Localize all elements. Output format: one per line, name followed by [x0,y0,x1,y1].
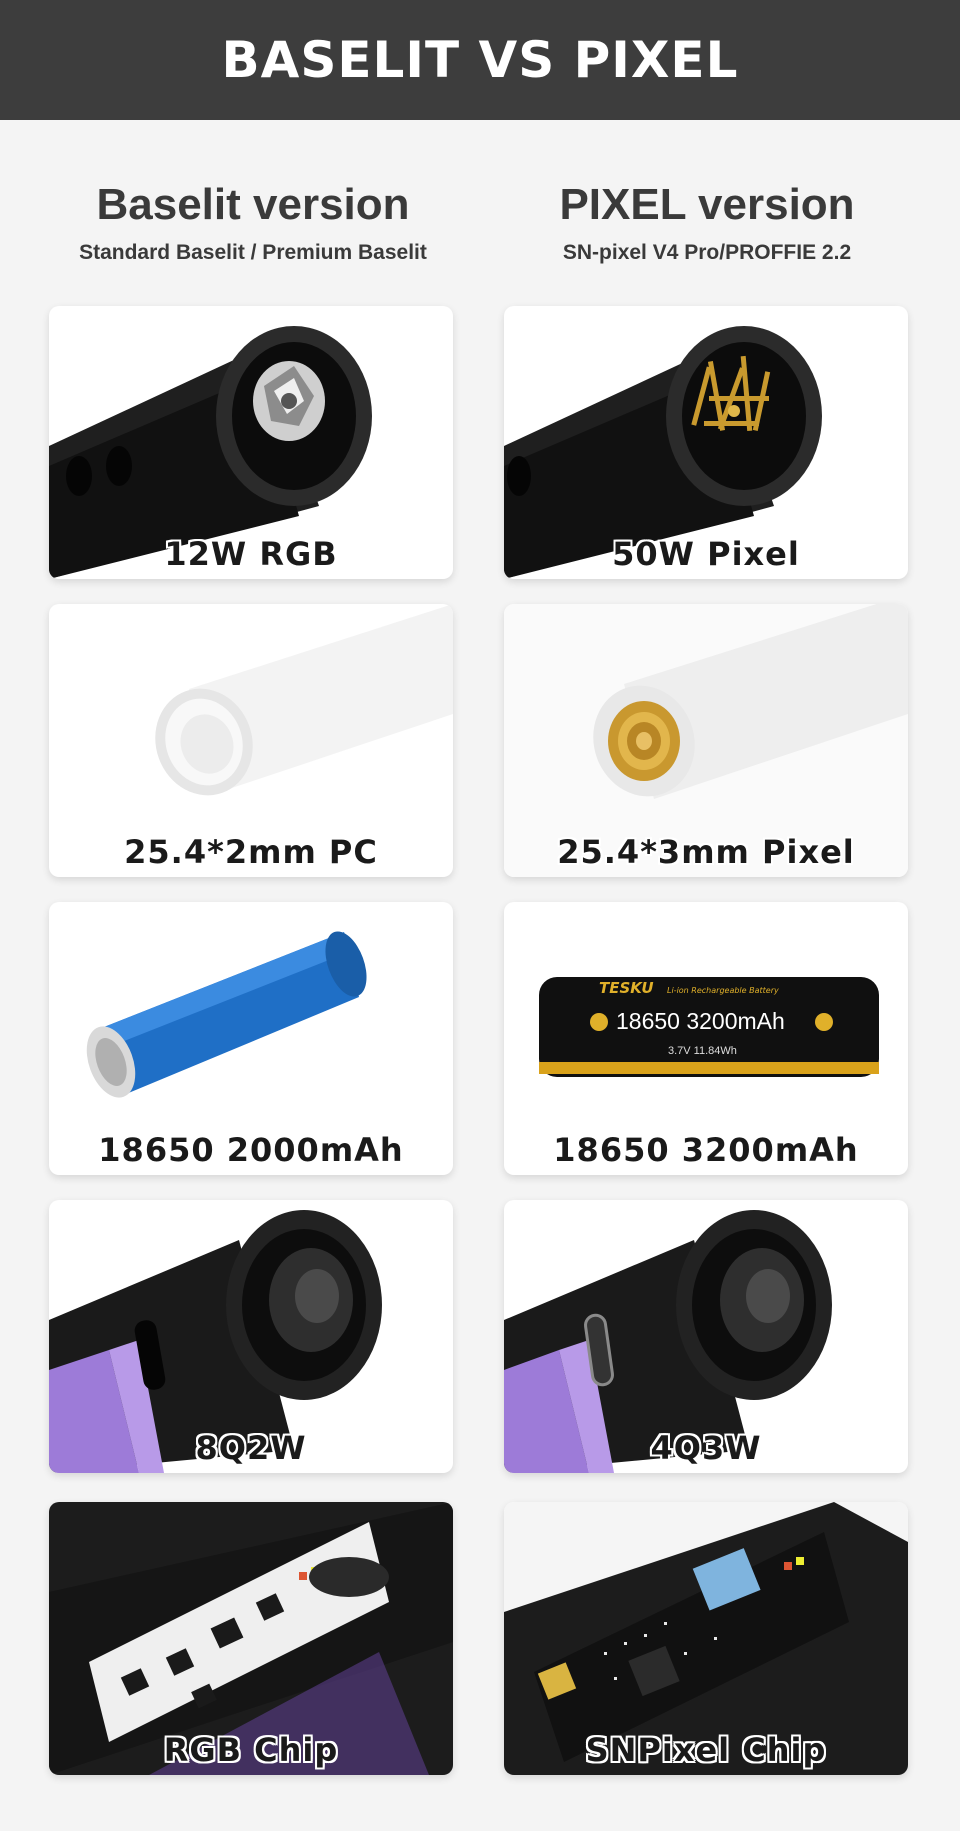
battery-model: 18650 3200mAh [616,1008,785,1034]
card-pc-blade: 25.4*2mm PC [49,604,453,877]
label-3200mah: 18650 3200mAh [553,1131,859,1169]
card-rgb-chip: RGB Chip [49,1502,453,1775]
battery-brand: TESKU [599,979,654,997]
pixel-subtitle: SN-pixel V4 Pro/PROFFIE 2.2 [562,241,852,264]
label-snpixel-chip: SNPixel Chip [585,1731,827,1769]
card-4q3w: 4Q3W [504,1200,908,1473]
label-4q3w: 4Q3W [650,1429,762,1467]
card-2000mah: 18650 2000mAh [49,902,453,1175]
baselit-title: Baselit version [96,180,410,229]
label-pc-blade: 25.4*2mm PC [124,833,378,871]
label-8q2w: 8Q2W [195,1429,307,1467]
card-50w-pixel: 50W Pixel [504,306,908,579]
baselit-column-header: Baselit version Standard Baselit / Premi… [33,175,473,265]
label-rgb-chip: RGB Chip [163,1731,339,1769]
card-12w-rgb: 12W RGB [49,306,453,579]
header-banner: BASELIT VS PIXEL [0,0,960,120]
battery-spec: 3.7V 11.84Wh [668,1045,737,1057]
battery-tag: Li-ion Rechargeable Battery [667,986,779,995]
card-3200mah: TESKU Li-ion Rechargeable Battery 18650 … [504,902,908,1175]
page-title: BASELIT VS PIXEL [221,31,739,89]
label-pixel-blade: 25.4*3mm Pixel [557,833,855,871]
pixel-column-header: PIXEL version SN-pixel V4 Pro/PROFFIE 2.… [487,175,927,265]
card-8q2w: 8Q2W [49,1200,453,1473]
baselit-subtitle: Standard Baselit / Premium Baselit [79,241,427,264]
label-12w-rgb: 12W RGB [164,535,338,573]
label-50w-pixel: 50W Pixel [612,535,800,573]
pixel-title: PIXEL version [559,180,855,229]
label-2000mah: 18650 2000mAh [98,1131,404,1169]
card-pixel-blade: 25.4*3mm Pixel [504,604,908,877]
card-snpixel-chip: SNPixel Chip [504,1502,908,1775]
